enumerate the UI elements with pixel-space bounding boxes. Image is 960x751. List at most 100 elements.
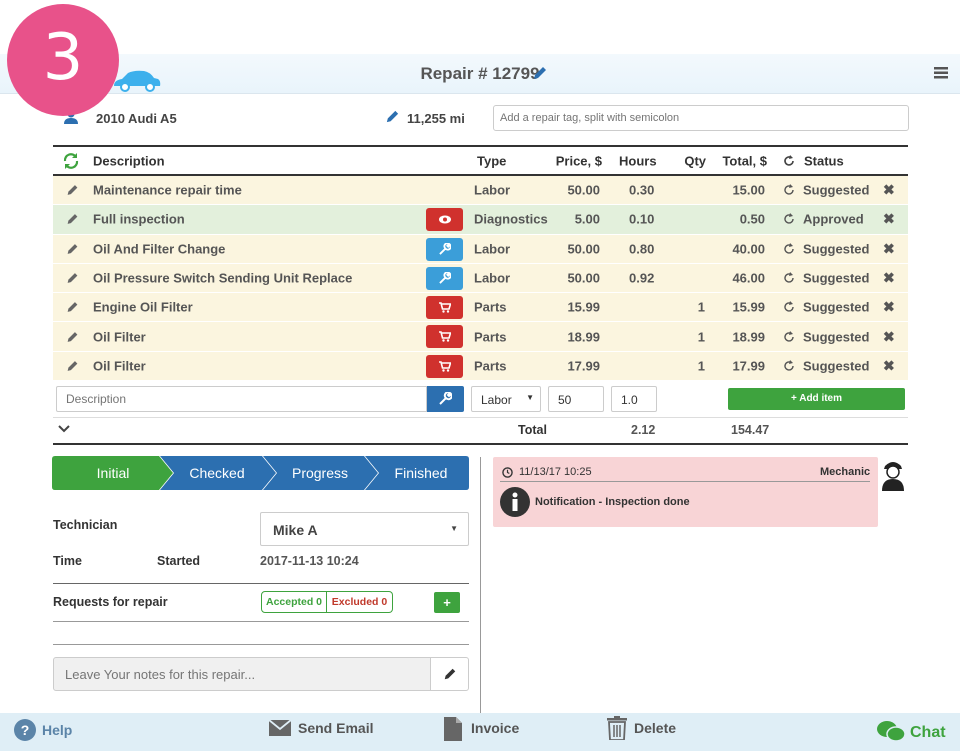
col-price: Price, $ <box>555 153 602 168</box>
table-row[interactable]: Oil Filter Parts 18.99 1 18.99 Suggested… <box>53 322 908 352</box>
svg-text:?: ? <box>21 722 30 738</box>
status-cycle-icon[interactable] <box>783 330 795 343</box>
menu-icon[interactable] <box>934 66 948 80</box>
col-type: Type <box>477 153 507 168</box>
edit-mileage-icon[interactable] <box>385 109 400 124</box>
table-row[interactable]: Engine Oil Filter Parts 15.99 1 15.99 Su… <box>53 293 908 323</box>
item-status: Approved <box>803 211 864 227</box>
item-cart-button[interactable] <box>426 354 463 378</box>
table-row[interactable]: Oil Pressure Switch Sending Unit Replace… <box>53 263 908 294</box>
item-eye-button[interactable] <box>426 208 463 232</box>
status-cycle-icon[interactable] <box>783 272 795 284</box>
item-wrench-button[interactable] <box>426 237 463 261</box>
add-request-button[interactable]: + <box>434 592 460 613</box>
item-total: 18.99 <box>732 329 765 345</box>
edit-item-icon[interactable] <box>66 213 79 226</box>
edit-item-icon[interactable] <box>66 301 79 314</box>
save-notes-button[interactable] <box>430 657 469 691</box>
item-status: Suggested <box>803 358 870 374</box>
table-row[interactable]: Full inspection Diagnostics 5.00 0.10 0.… <box>53 205 908 235</box>
item-description: Oil Filter <box>93 329 146 345</box>
edit-item-icon[interactable] <box>66 330 79 343</box>
table-row[interactable]: Oil And Filter Change Labor 50.00 0.80 4… <box>53 234 908 264</box>
repair-tag-input[interactable] <box>493 105 909 131</box>
item-total: 0.50 <box>739 211 765 227</box>
item-type: Labor <box>474 182 511 198</box>
item-price: 17.99 <box>567 358 600 374</box>
item-status: Suggested <box>803 270 870 286</box>
repair-notes-input[interactable] <box>53 657 431 691</box>
remove-item-icon[interactable]: ✖ <box>883 182 895 199</box>
item-total: 40.00 <box>732 241 765 257</box>
item-hours: 0.30 <box>629 182 655 198</box>
accepted-badge[interactable]: Accepted 0 <box>261 591 327 613</box>
item-cart-button[interactable] <box>426 296 463 320</box>
remove-item-icon[interactable]: ✖ <box>883 357 895 374</box>
delete-button[interactable]: Delete <box>634 720 676 736</box>
technician-select[interactable]: Mike A ▼ <box>260 512 469 546</box>
totals-hours: 2.12 <box>631 423 656 437</box>
chat-button[interactable]: Chat <box>910 724 946 742</box>
status-cycle-icon[interactable] <box>783 301 795 313</box>
new-item-type-select[interactable]: Labor ▼ <box>471 386 541 412</box>
tab-initial-label: Initial <box>96 465 130 481</box>
edit-item-icon[interactable] <box>66 272 79 285</box>
table-row[interactable]: Oil Filter Parts 17.99 1 17.99 Suggested… <box>53 351 908 382</box>
chat-icon <box>877 721 905 742</box>
new-item-description-input[interactable] <box>56 386 427 412</box>
edit-item-icon[interactable] <box>66 359 79 372</box>
invoice-button[interactable]: Invoice <box>471 720 519 736</box>
send-email-button[interactable]: Send Email <box>298 720 373 736</box>
remove-item-icon[interactable]: ✖ <box>883 211 895 228</box>
item-price: 50.00 <box>567 241 600 257</box>
help-icon[interactable]: ? <box>14 719 36 741</box>
started-label: Started <box>157 554 201 568</box>
expand-chevron-icon[interactable] <box>58 425 70 433</box>
cart-icon <box>439 331 451 343</box>
eye-icon <box>439 215 451 224</box>
excluded-badge[interactable]: Excluded 0 <box>327 591 393 613</box>
item-hours: 0.92 <box>629 270 655 286</box>
add-item-button[interactable]: + Add item <box>728 388 905 410</box>
item-description: Maintenance repair time <box>93 182 242 198</box>
remove-item-icon[interactable]: ✖ <box>883 299 895 316</box>
vehicle-name: 2010 Audi A5 <box>96 111 177 126</box>
panel-divider <box>480 457 481 713</box>
remove-item-icon[interactable]: ✖ <box>883 328 895 345</box>
item-total: 15.00 <box>732 182 765 198</box>
item-hours: 0.80 <box>629 241 655 257</box>
totals-label: Total <box>518 423 547 437</box>
table-row[interactable]: Maintenance repair time Labor 50.00 0.30… <box>53 176 908 206</box>
wrench-icon <box>439 271 451 284</box>
item-type: Parts <box>474 358 507 374</box>
item-price: 18.99 <box>567 329 600 345</box>
step-badge: 3 <box>7 4 119 116</box>
help-button[interactable]: Help <box>42 722 72 738</box>
status-cycle-icon[interactable] <box>783 242 795 255</box>
item-qty: 1 <box>697 358 705 374</box>
new-item-type-button[interactable] <box>427 386 464 412</box>
refresh-icon[interactable] <box>62 152 80 170</box>
item-type: Parts <box>474 299 507 315</box>
edit-item-icon[interactable] <box>66 184 79 197</box>
item-wrench-button[interactable] <box>426 266 463 290</box>
status-refresh-icon[interactable] <box>783 154 795 167</box>
edit-title-icon[interactable] <box>532 65 548 81</box>
item-type: Diagnostics <box>474 211 548 227</box>
remove-item-icon[interactable]: ✖ <box>883 240 895 257</box>
status-cycle-icon[interactable] <box>783 213 795 225</box>
item-status: Suggested <box>803 182 870 198</box>
edit-item-icon[interactable] <box>66 242 79 255</box>
item-cart-button[interactable] <box>426 325 463 349</box>
remove-item-icon[interactable]: ✖ <box>883 270 895 287</box>
status-cycle-icon[interactable] <box>783 359 795 372</box>
item-description: Engine Oil Filter <box>93 299 193 315</box>
item-status: Suggested <box>803 299 870 315</box>
cart-icon <box>439 360 451 372</box>
col-description: Description <box>93 153 165 168</box>
technician-value: Mike A <box>273 522 318 538</box>
new-item-price-input[interactable]: 50 <box>548 386 604 412</box>
new-item-qty-input[interactable]: 1.0 <box>611 386 657 412</box>
status-cycle-icon[interactable] <box>783 184 795 196</box>
item-type: Labor <box>474 241 511 257</box>
